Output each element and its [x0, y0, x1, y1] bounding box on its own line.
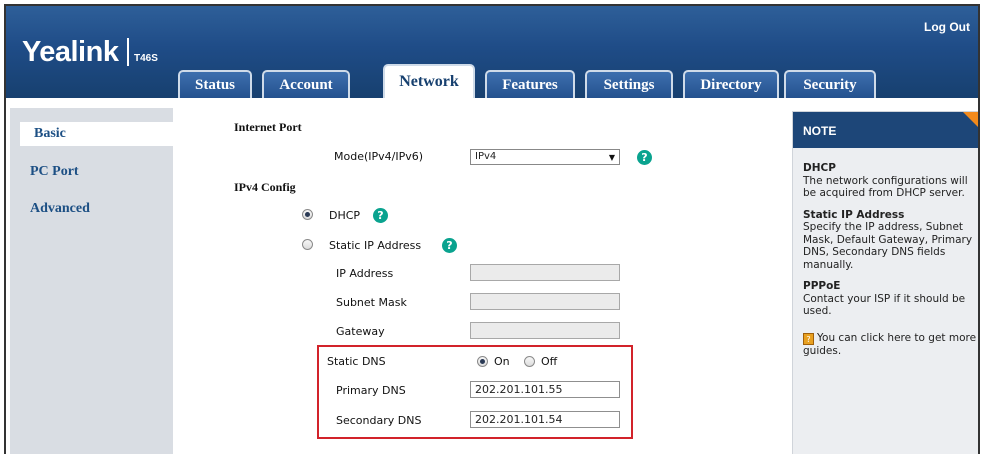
subnet-mask-label: Subnet Mask	[336, 296, 407, 309]
note-pppoe-text: Contact your ISP if it should be used.	[803, 292, 966, 318]
model-label: T46S	[134, 53, 158, 64]
chevron-down-icon: ▼	[608, 153, 615, 162]
tab-directory[interactable]: Directory	[683, 70, 779, 98]
ip-address-label: IP Address	[336, 267, 394, 280]
book-icon: ?	[803, 332, 814, 345]
ip-address-input[interactable]	[470, 264, 620, 281]
mode-select-value: IPv4	[475, 151, 497, 162]
subnet-mask-input[interactable]	[470, 293, 620, 310]
tab-status[interactable]: Status	[178, 70, 252, 98]
yealink-logo: Yealink	[22, 36, 119, 68]
dhcp-label: DHCP	[329, 209, 361, 222]
static-dns-on-label: On	[494, 355, 510, 368]
static-dns-off-label: Off	[541, 355, 558, 368]
sidebar: Basic PC Port Advanced	[10, 108, 173, 454]
static-dns-off-radio[interactable]	[524, 356, 535, 367]
static-ip-label: Static IP Address	[329, 239, 422, 252]
dhcp-radio[interactable]	[302, 209, 313, 220]
help-icon[interactable]: ?	[637, 150, 652, 165]
static-ip-radio[interactable]	[302, 239, 313, 250]
sidebar-item-advanced[interactable]: Advanced	[10, 197, 173, 221]
tab-account[interactable]: Account	[262, 70, 350, 98]
logout-link[interactable]: Log Out	[924, 20, 970, 34]
tab-features[interactable]: Features	[485, 70, 575, 98]
network-basic-form: Internet Port Mode(IPv4/IPv6) IPv4 ▼ ? I…	[182, 104, 784, 454]
web-ui-frame: Yealink T46S Log Out Status Account Netw…	[4, 4, 980, 454]
gateway-input[interactable]	[470, 322, 620, 339]
sidebar-item-basic[interactable]: Basic	[20, 122, 173, 146]
secondary-dns-input[interactable]: 202.201.101.54	[470, 411, 620, 428]
guide-link[interactable]: ? You can click here to get more guides.	[803, 331, 978, 358]
ipv4-config-heading: IPv4 Config	[234, 180, 296, 194]
note-panel: NOTE DHCP The network configurations wil…	[792, 111, 978, 454]
note-static-title: Static IP Address	[803, 208, 905, 221]
note-dhcp-text: The network configurations will be acqui…	[803, 174, 968, 200]
static-dns-label: Static DNS	[327, 355, 386, 368]
primary-dns-input[interactable]: 202.201.101.55	[470, 381, 620, 398]
internet-port-heading: Internet Port	[234, 120, 302, 134]
mode-select[interactable]: IPv4 ▼	[470, 149, 620, 165]
note-title: NOTE	[793, 112, 978, 148]
help-icon[interactable]: ?	[373, 208, 388, 223]
static-dns-on-radio[interactable]	[477, 356, 488, 367]
gateway-label: Gateway	[336, 325, 385, 338]
note-corner-tab	[963, 112, 978, 130]
note-body: DHCP The network configurations will be …	[803, 162, 978, 366]
header-bar: Yealink T46S Log Out Status Account Netw…	[6, 6, 978, 98]
mode-label: Mode(IPv4/IPv6)	[334, 150, 424, 163]
secondary-dns-label: Secondary DNS	[336, 414, 422, 427]
logo-separator	[127, 38, 129, 66]
tab-network[interactable]: Network	[383, 64, 475, 98]
note-dhcp-title: DHCP	[803, 162, 836, 174]
sidebar-item-pc-port[interactable]: PC Port	[10, 160, 173, 184]
guide-text: You can click here to get more guides.	[803, 331, 977, 357]
note-static-text: Specify the IP address, Subnet Mask, Def…	[803, 221, 973, 271]
note-pppoe-title: PPPoE	[803, 280, 841, 292]
help-icon[interactable]: ?	[442, 238, 457, 253]
primary-dns-label: Primary DNS	[336, 384, 406, 397]
tab-settings[interactable]: Settings	[585, 70, 673, 98]
tab-security[interactable]: Security	[784, 70, 876, 98]
